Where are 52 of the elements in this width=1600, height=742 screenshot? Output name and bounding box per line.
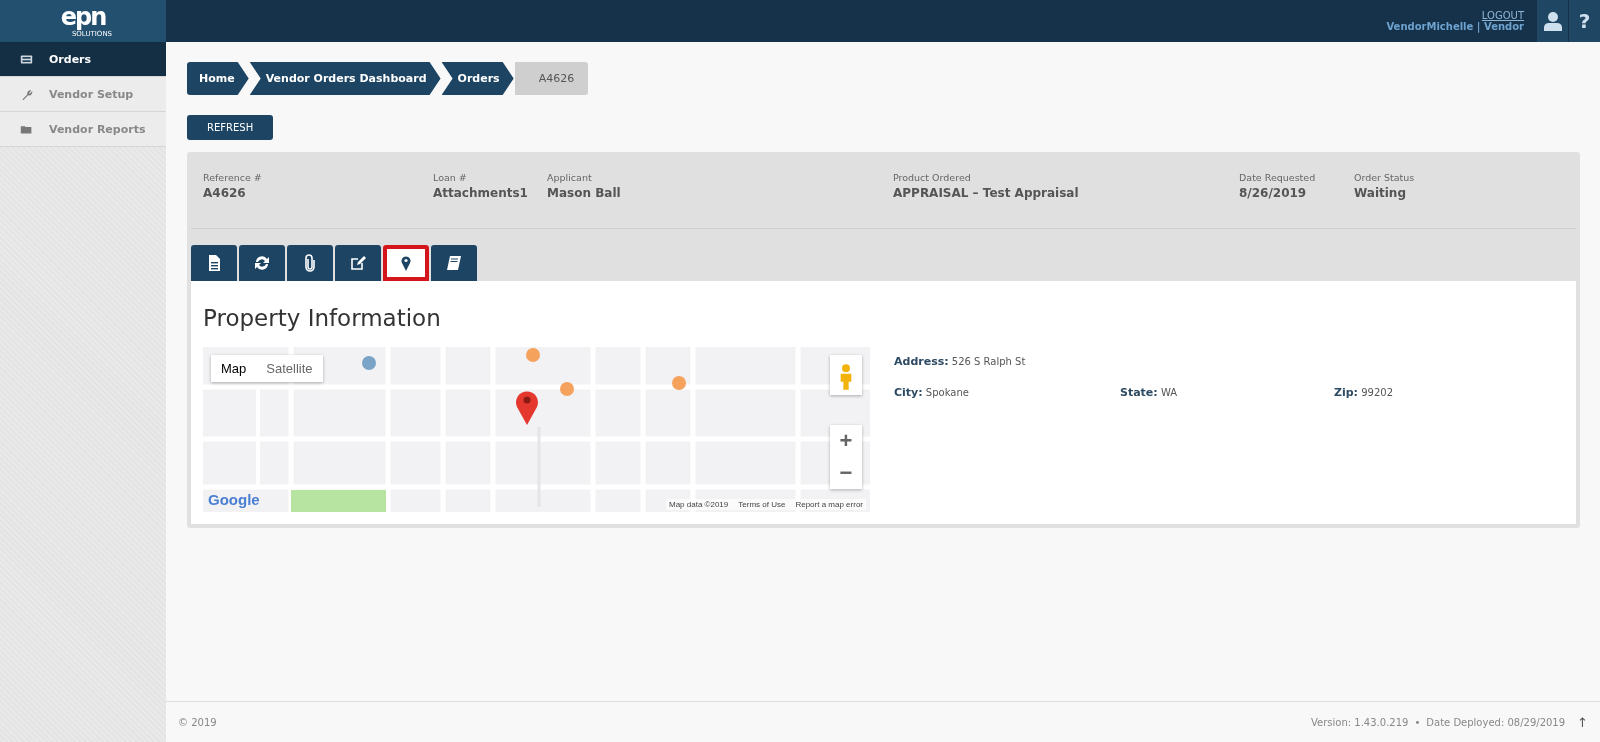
tab[interactable]: [191, 245, 237, 281]
zoom-out-button[interactable]: −: [830, 457, 862, 489]
property-field: Address: 526 S Ralph St: [894, 355, 1564, 368]
field-value: APPRAISAL – Test Appraisal: [893, 186, 1080, 200]
map-logo: Google: [208, 491, 260, 508]
map-type-button[interactable]: Map: [211, 355, 257, 382]
property-field: Zip: 99202: [1334, 386, 1564, 399]
field-value: 8/26/2019: [1239, 186, 1308, 200]
wrench-icon: [20, 87, 33, 101]
refresh-icon: [253, 254, 271, 272]
tab[interactable]: [335, 245, 381, 281]
logout-link[interactable]: LOGOUT: [1481, 10, 1524, 21]
map-link[interactable]: Terms of Use: [738, 500, 786, 509]
field-label: Order Status: [1354, 172, 1416, 183]
tab[interactable]: [239, 245, 285, 281]
field-value: Mason Ball: [547, 186, 622, 200]
user-name: VendorMichelle | Vendor: [1386, 21, 1524, 32]
tab[interactable]: [383, 245, 429, 281]
map-attribution: Map data ©2019: [669, 500, 729, 509]
zoom-in-button[interactable]: +: [830, 425, 862, 457]
field-label: Product Ordered: [893, 172, 972, 183]
map-type-button[interactable]: Satellite: [256, 355, 323, 382]
field-label: Reference #: [203, 172, 263, 183]
field-value: A4626: [203, 186, 247, 200]
field-label: Loan #: [433, 172, 468, 183]
sidebar-item[interactable]: Orders: [0, 42, 166, 77]
back-to-top-link[interactable]: ↑: [1577, 714, 1588, 730]
pencil-square-icon: [349, 254, 367, 272]
breadcrumb-current: A4626: [514, 62, 589, 95]
book-icon: [445, 254, 463, 272]
breadcrumb-link[interactable]: Vendor Orders Dashboard: [249, 62, 441, 95]
section-title: Property Information: [203, 305, 442, 331]
version-text: Version: 1.43.0.219: [1311, 716, 1409, 728]
person-icon: [1543, 11, 1562, 31]
property-field: State: WA: [1120, 386, 1334, 399]
bullet: •: [1414, 716, 1421, 728]
field-label: Date Requested: [1239, 172, 1317, 183]
breadcrumb-link[interactable]: Orders: [441, 62, 514, 95]
copyright: © 2019: [178, 716, 217, 728]
tab[interactable]: [287, 245, 333, 281]
map-link[interactable]: Report a map error: [795, 500, 863, 509]
refresh-button[interactable]: REFRESH: [187, 115, 274, 140]
property-field: City: Spokane: [894, 386, 1120, 399]
breadcrumb-link[interactable]: Home: [187, 62, 249, 95]
help-button[interactable]: ?: [1568, 0, 1600, 42]
user-button[interactable]: [1536, 0, 1568, 42]
field-value: Attachments1: [433, 186, 529, 200]
deploy-date: Date Deployed: 08/29/2019: [1426, 716, 1566, 728]
field-value: Waiting: [1354, 186, 1407, 200]
keyboard-icon: [20, 52, 33, 66]
field-label: Applicant: [547, 172, 593, 183]
tab[interactable]: [431, 245, 477, 281]
